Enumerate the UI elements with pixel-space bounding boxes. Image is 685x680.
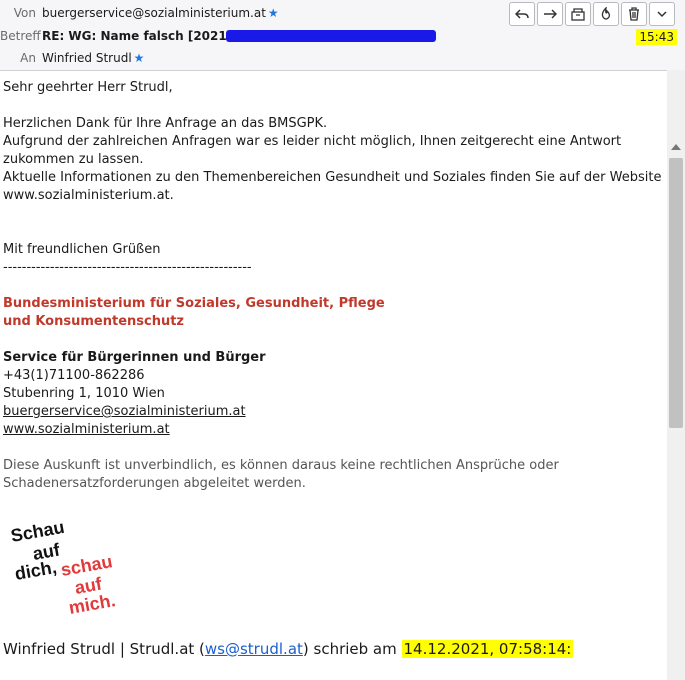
org-name-line1: Bundesministerium für Soziales, Gesundhe… — [3, 296, 385, 311]
quote-email-link[interactable]: ws@strudl.at — [205, 640, 303, 658]
delete-button[interactable] — [621, 2, 647, 26]
from-address[interactable]: buergerservice@sozialministerium.at ★ — [42, 3, 279, 23]
paragraph: Aufgrund der zahlreichen Anfragen war es… — [3, 134, 622, 167]
reply-button[interactable] — [509, 2, 535, 26]
message-toolbar — [509, 2, 675, 26]
junk-icon — [601, 7, 611, 20]
scrollbar[interactable] — [667, 70, 685, 680]
archive-button[interactable] — [565, 2, 591, 26]
phone-number: +43(1)71100-862286 — [3, 368, 145, 383]
quote-header: Winfried Strudl | Strudl.at (ws@strudl.a… — [3, 640, 574, 658]
website-link[interactable]: www.sozialministerium.at — [3, 422, 170, 437]
redaction-mark — [226, 30, 436, 42]
from-label: Von — [13, 6, 36, 20]
closing: Mit freundlichen Grüßen — [3, 242, 161, 257]
campaign-logo: Schau auf dich, schau auf mich. — [10, 520, 117, 618]
scrollbar-thumb[interactable] — [669, 158, 683, 428]
signature-separator: ----------------------------------------… — [3, 260, 252, 275]
service-title: Service für Bürgerinnen und Bürger — [3, 350, 266, 365]
paragraph: Herzlichen Dank für Ihre Anfrage an das … — [3, 116, 328, 131]
quote-middle: ) schrieb am — [302, 640, 402, 658]
subject-label: Betreff — [0, 29, 41, 43]
quote-prefix: Winfried Strudl | Strudl.at ( — [3, 640, 205, 658]
star-icon[interactable]: ★ — [268, 6, 279, 20]
message-header: Von buergerservice@sozialministerium.at ★… — [0, 0, 685, 71]
star-icon[interactable]: ★ — [134, 51, 145, 65]
disclaimer: Diese Auskunft ist unverbindlich, es kön… — [3, 458, 559, 491]
svg-text:mich.: mich. — [67, 590, 117, 618]
chevron-down-icon — [657, 11, 667, 18]
scroll-up-icon[interactable] — [671, 144, 681, 150]
email-link[interactable]: buergerservice@sozialministerium.at — [3, 404, 246, 419]
message-time: 15:43 — [636, 29, 677, 45]
more-button[interactable] — [649, 2, 675, 26]
greeting: Sehr geehrter Herr Strudl, — [3, 80, 173, 95]
forward-icon — [544, 9, 557, 19]
svg-text:dich,: dich, — [13, 557, 58, 584]
archive-icon — [571, 8, 585, 21]
message-body: Sehr geehrter Herr Strudl, Herzlichen Da… — [3, 79, 663, 493]
paragraph: Aktuelle Informationen zu den Themenbere… — [3, 170, 662, 203]
delete-icon — [629, 7, 639, 21]
quote-date: 14.12.2021, 07:58:14: — [401, 640, 574, 658]
junk-button[interactable] — [593, 2, 619, 26]
org-name-line2: und Konsumentenschutz — [3, 314, 185, 329]
forward-button[interactable] — [537, 2, 563, 26]
address: Stubenring 1, 1010 Wien — [3, 386, 165, 401]
reply-icon — [515, 9, 529, 19]
to-label: An — [20, 51, 36, 65]
to-address[interactable]: Winfried Strudl ★ — [42, 48, 144, 68]
